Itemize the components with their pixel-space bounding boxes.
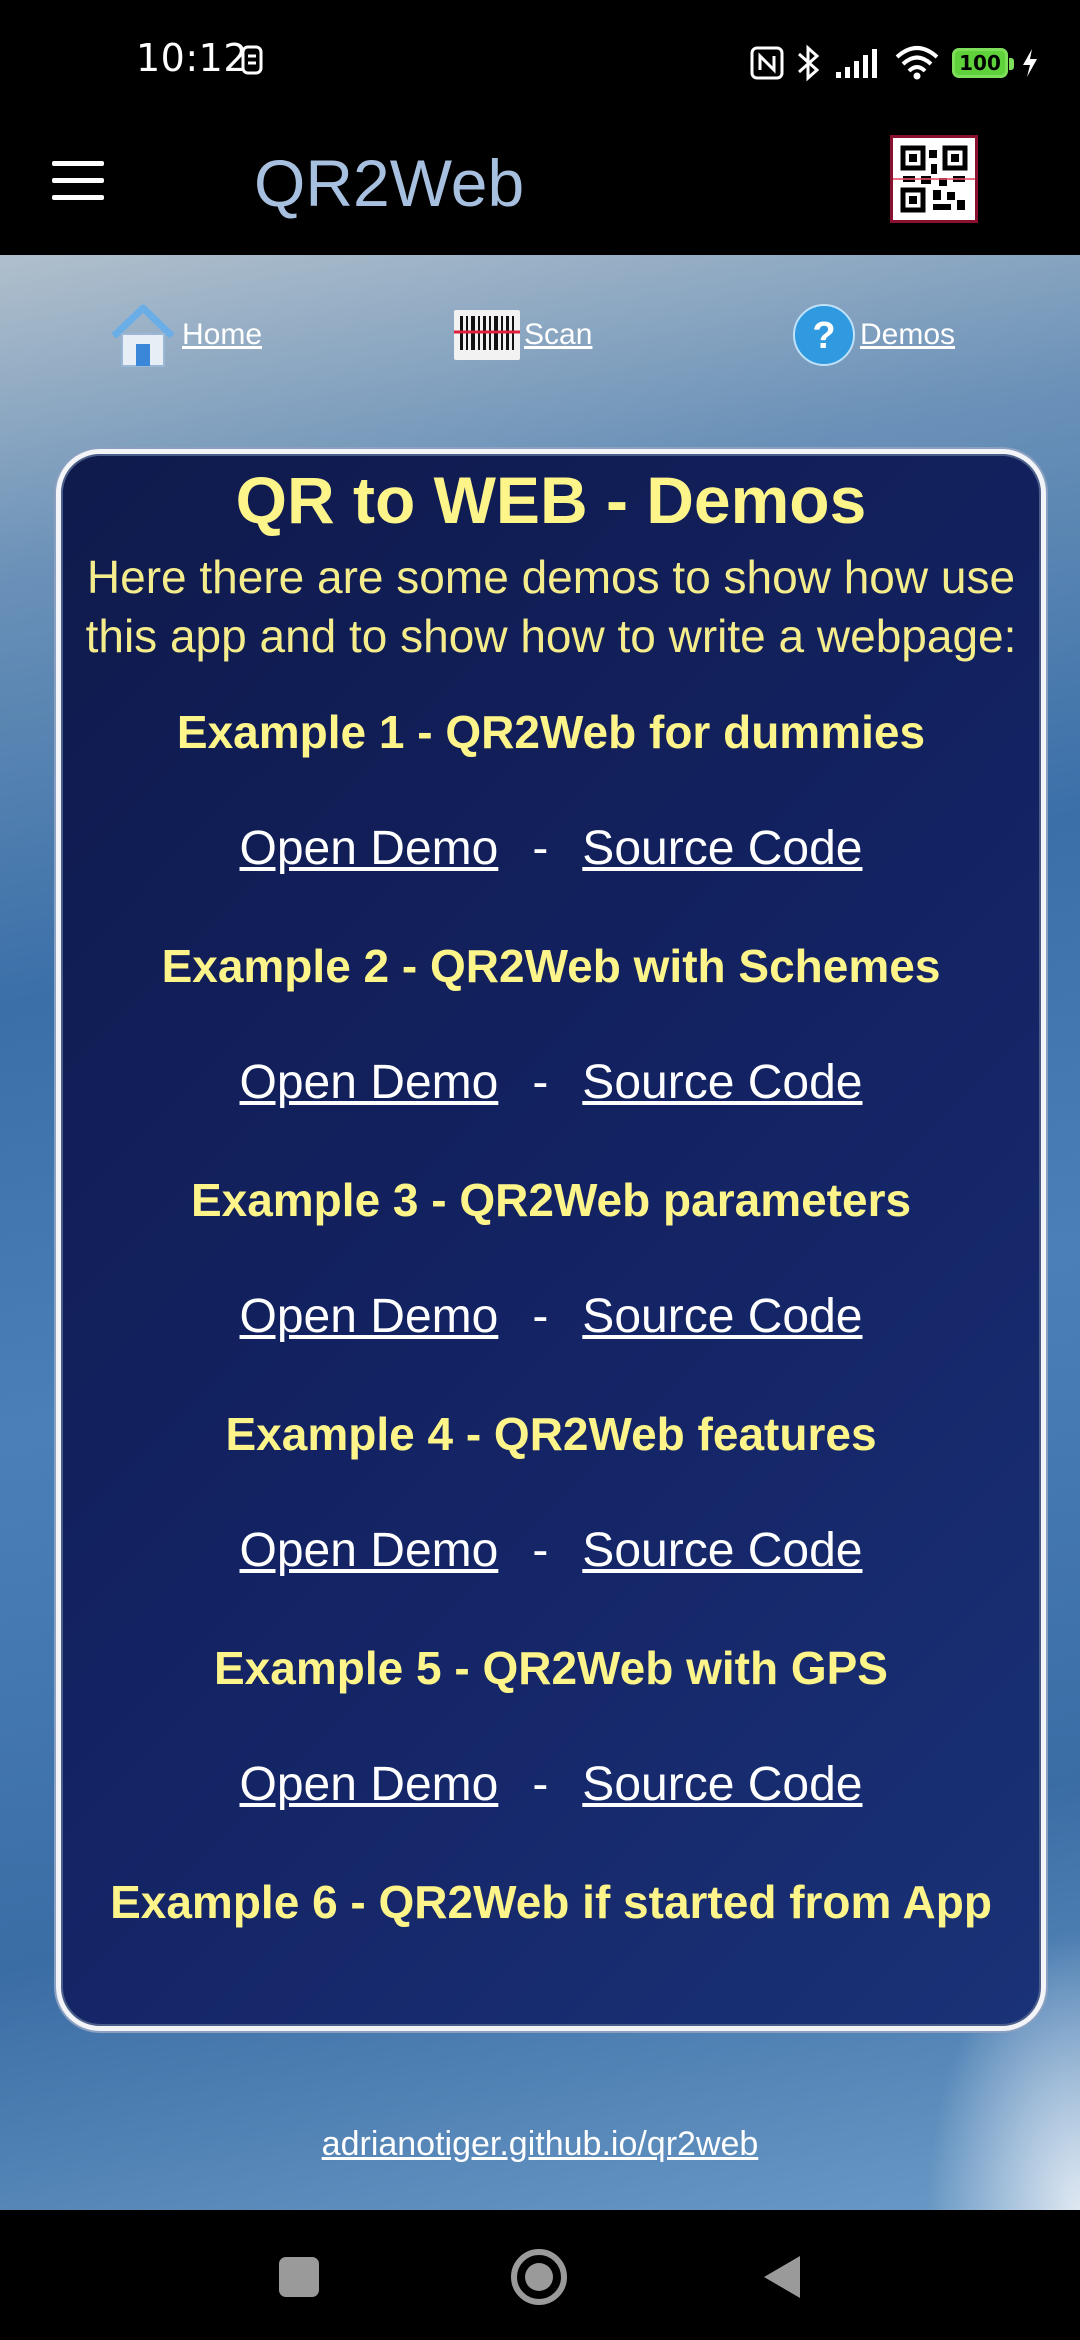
- example-3-title: Example 3 - QR2Web parameters: [190, 1174, 912, 1226]
- home-button[interactable]: [510, 2248, 568, 2306]
- charging-icon: [1023, 49, 1037, 77]
- open-demo-4-link[interactable]: Open Demo: [240, 1524, 499, 1577]
- example-2-links: Open Demo - Source Code: [61, 1008, 1041, 1158]
- open-demo-5-link[interactable]: Open Demo: [240, 1758, 499, 1811]
- menu-icon[interactable]: [52, 161, 104, 201]
- source-code-2-link[interactable]: Source Code: [582, 1056, 862, 1109]
- home-icon: [111, 304, 175, 367]
- back-button[interactable]: [760, 2254, 802, 2300]
- signal-icon: [836, 49, 877, 78]
- example-6-title: Example 6 - QR2Web if started from App: [110, 1876, 992, 1928]
- webview-content: Home Scan ? Demos QR to WEB - Demos Here…: [0, 255, 1080, 2210]
- nav-home-label: Home: [182, 318, 263, 351]
- nav-demos-label: Demos: [860, 318, 956, 351]
- app-bar: QR2Web: [0, 125, 1080, 255]
- nav-scan[interactable]: Scan: [454, 295, 592, 375]
- demos-card: QR to WEB - Demos Here there are some de…: [56, 449, 1046, 2031]
- example-5-links: Open Demo - Source Code: [61, 1710, 1041, 1860]
- qr-scan-button[interactable]: [890, 135, 978, 223]
- page-title: QR to WEB - Demos: [235, 463, 867, 537]
- sim-icon: [241, 45, 263, 75]
- example-2-title: Example 2 - QR2Web with Schemes: [161, 940, 941, 992]
- separator: -: [532, 1758, 549, 1811]
- status-time: 10:12: [136, 36, 249, 80]
- intro-text: Here there are some demos to show how us…: [85, 551, 1017, 662]
- source-code-3-link[interactable]: Source Code: [582, 1290, 862, 1343]
- examples-list: Example 1 - QR2Web for dummies Open Demo…: [61, 690, 1041, 1944]
- nav-home[interactable]: Home: [108, 295, 262, 375]
- top-nav: Home Scan ? Demos: [0, 295, 1080, 375]
- open-demo-3-link[interactable]: Open Demo: [240, 1290, 499, 1343]
- source-code-4-link[interactable]: Source Code: [582, 1524, 862, 1577]
- help-icon: ?: [793, 304, 855, 366]
- example-1-links: Open Demo - Source Code: [61, 774, 1041, 924]
- example-5-title: Example 5 - QR2Web with GPS: [214, 1642, 888, 1694]
- example-3-links: Open Demo - Source Code: [61, 1242, 1041, 1392]
- footer-link[interactable]: adrianotiger.github.io/qr2web: [0, 2125, 1080, 2164]
- app-title: QR2Web: [254, 146, 525, 220]
- svg-text:?: ?: [812, 315, 835, 357]
- source-code-1-link[interactable]: Source Code: [582, 822, 862, 875]
- nfc-icon: [750, 46, 784, 80]
- recents-button[interactable]: [278, 2256, 320, 2298]
- bluetooth-icon: [798, 44, 820, 82]
- status-bar: 10:12 100: [0, 0, 1080, 125]
- separator: -: [532, 822, 549, 875]
- barcode-icon: [454, 310, 520, 360]
- nav-scan-label: Scan: [524, 318, 593, 351]
- source-code-5-link[interactable]: Source Code: [582, 1758, 862, 1811]
- system-nav-bar: [0, 2210, 1080, 2340]
- example-4-links: Open Demo - Source Code: [61, 1476, 1041, 1626]
- open-demo-2-link[interactable]: Open Demo: [240, 1056, 499, 1109]
- separator: -: [532, 1524, 549, 1577]
- separator: -: [532, 1056, 549, 1109]
- qr-code-icon: [893, 138, 975, 220]
- open-demo-1-link[interactable]: Open Demo: [240, 822, 499, 875]
- example-4-title: Example 4 - QR2Web features: [225, 1408, 877, 1460]
- separator: -: [532, 1290, 549, 1343]
- example-1-title: Example 1 - QR2Web for dummies: [176, 706, 926, 758]
- battery-icon: 100: [952, 48, 1014, 78]
- wifi-icon: [895, 46, 939, 80]
- nav-demos[interactable]: ? Demos: [792, 295, 955, 375]
- status-icons: 100: [750, 38, 1040, 88]
